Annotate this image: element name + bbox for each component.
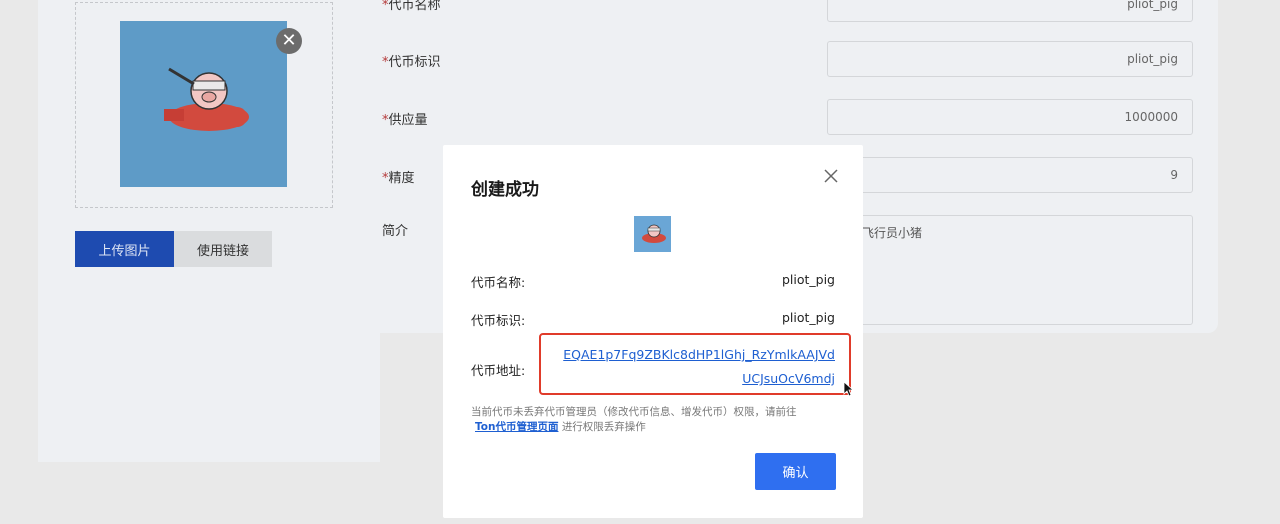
symbol-value: pliot_pig (781, 310, 835, 325)
use-link-button[interactable]: 使用链接 (174, 231, 272, 267)
remove-image-icon[interactable]: ✕ (276, 28, 302, 54)
pig-pilot-thumbnail-image (641, 224, 666, 243)
notice-text: 当前代币未丢弃代币管理员（修改代币信息、增发代币）权限，请前往 (471, 406, 797, 418)
token-image-preview (120, 21, 287, 187)
admin-notice: 当前代币未丢弃代币管理员（修改代币信息、增发代币）权限，请前往 Ton代币管理页… (471, 405, 841, 435)
field-label-intro: 简介 (382, 224, 409, 239)
name-value: pliot_pig (781, 272, 835, 287)
token-supply-input[interactable]: 1000000 (827, 99, 1193, 135)
success-dialog: 创建成功 代币名称: pliot_pig 代币标识: pliot_pig 代币地… (443, 145, 863, 518)
upload-image-button[interactable]: 上传图片 (75, 231, 174, 267)
symbol-label: 代币标识: (471, 313, 526, 328)
address-label: 代币地址: (471, 363, 526, 378)
name-label: 代币名称: (471, 275, 526, 290)
token-name-input[interactable]: pliot_pig (827, 0, 1193, 22)
ton-manage-link[interactable]: Ton代币管理页面 (475, 421, 558, 433)
field-label-supply: *供应量 (382, 113, 428, 128)
mouse-pointer-icon (843, 381, 855, 397)
token-decimals-input[interactable]: 9 (827, 157, 1193, 193)
field-label-decimals: *精度 (382, 171, 415, 186)
token-symbol-input[interactable]: pliot_pig (827, 41, 1193, 77)
address-highlight-box (539, 333, 851, 395)
token-thumbnail (634, 216, 671, 252)
token-intro-textarea[interactable]: 飞行员小猪 (827, 215, 1193, 325)
notice-tail: 进行权限丢弃操作 (561, 421, 646, 433)
pig-pilot-image (163, 67, 249, 131)
close-icon[interactable] (822, 167, 840, 185)
dialog-title: 创建成功 (471, 180, 539, 200)
confirm-button[interactable]: 确认 (755, 453, 836, 490)
field-label-name: *代币名称 (382, 0, 441, 13)
field-label-symbol: *代币标识 (382, 55, 441, 70)
